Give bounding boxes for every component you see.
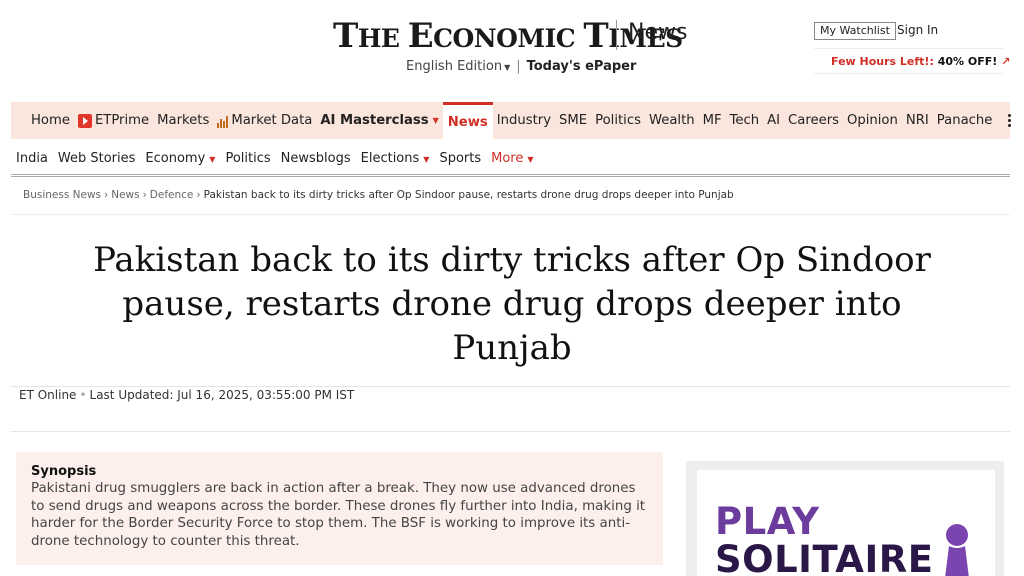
- subnav-sports[interactable]: Sports: [434, 151, 486, 166]
- nav-opinion[interactable]: Opinion: [843, 102, 902, 139]
- logo-divider: [616, 20, 617, 50]
- nav-careers[interactable]: Careers: [784, 102, 843, 139]
- breadcrumb-separator: ›: [142, 189, 147, 201]
- subnav-elections[interactable]: Elections ▼: [356, 151, 435, 166]
- arrow-up-right-icon: ↗: [1001, 55, 1011, 68]
- solitaire-ad[interactable]: PLAY SOLITAIRE: [697, 470, 995, 576]
- author-link[interactable]: ET Online: [19, 388, 76, 402]
- nav-etprime[interactable]: ETPrime: [74, 102, 153, 139]
- nav-etprime-label: ETPrime: [94, 113, 150, 128]
- chess-pawn-icon: [945, 524, 969, 576]
- meta-separator: •: [79, 388, 87, 402]
- synopsis-text: Pakistani drug smugglers are back in act…: [31, 481, 646, 549]
- edition-selector[interactable]: English Edition ▼ | Today's ePaper: [406, 59, 636, 74]
- edition-label[interactable]: English Edition: [406, 59, 502, 74]
- more-options-icon[interactable]: [1008, 114, 1012, 127]
- nav-tech[interactable]: Tech: [726, 102, 764, 139]
- divider: [11, 431, 1010, 432]
- signin-link[interactable]: Sign In: [897, 23, 938, 37]
- divider: [11, 386, 1010, 387]
- chevron-down-icon: ▼: [423, 154, 430, 164]
- epaper-link[interactable]: Today's ePaper: [527, 59, 637, 74]
- nav-wealth[interactable]: Wealth: [645, 102, 699, 139]
- nav-ai[interactable]: AI: [763, 102, 784, 139]
- subnav-more-label: More: [491, 150, 524, 166]
- subnav-india[interactable]: India: [11, 151, 53, 166]
- promo-urgency: Few Hours Left!:: [831, 55, 934, 68]
- watchlist-button[interactable]: My Watchlist: [814, 22, 896, 40]
- synopsis-title: Synopsis: [31, 464, 97, 479]
- promo-offer: 40% OFF!: [937, 55, 998, 68]
- nav-politics[interactable]: Politics: [591, 102, 645, 139]
- masthead: THE ECONOMIC TIMES News English Edition ▼…: [0, 14, 1024, 94]
- nav-panache[interactable]: Panache: [933, 102, 997, 139]
- breadcrumb: Business News › News › Defence › Pakistan back…: [23, 189, 734, 201]
- article-headline: Pakistan back to its dirty tricks after …: [93, 240, 931, 368]
- chevron-down-icon: ▼: [527, 154, 534, 164]
- promo-banner[interactable]: Few Hours Left!: 40% OFF! ↗: [814, 48, 1010, 74]
- chevron-down-icon: ▼: [504, 63, 511, 72]
- nav-ai-masterclass[interactable]: AI Masterclass ▼: [316, 102, 442, 139]
- breadcrumb-item[interactable]: Business News: [23, 189, 101, 201]
- divider: [11, 214, 1010, 215]
- divider: |: [516, 59, 521, 74]
- article-meta: ET Online • Last Updated: Jul 16, 2025, 03…: [19, 388, 354, 402]
- subnav-politics[interactable]: Politics: [220, 151, 275, 166]
- section-title[interactable]: News: [628, 20, 687, 45]
- nav-news[interactable]: News: [442, 102, 493, 139]
- etprime-icon: [77, 113, 92, 128]
- nav-mf[interactable]: MF: [699, 102, 726, 139]
- breadcrumb-separator: ›: [104, 189, 109, 201]
- last-updated: Last Updated: Jul 16, 2025, 03:55:00 PM …: [89, 388, 355, 402]
- subnav-economy-label: Economy: [145, 150, 206, 166]
- secondary-nav: India Web Stories Economy ▼ Politics News…: [11, 145, 1010, 171]
- bar-chart-icon: [217, 114, 229, 128]
- subnav-economy[interactable]: Economy ▼: [140, 151, 220, 166]
- nav-industry[interactable]: Industry: [493, 102, 555, 139]
- breadcrumb-item[interactable]: Defence: [150, 189, 194, 201]
- subnav-web-stories[interactable]: Web Stories: [53, 151, 141, 166]
- nav-sme[interactable]: SME: [555, 102, 591, 139]
- synopsis-box: Synopsis Pakistani drug smugglers are ba…: [16, 452, 663, 565]
- ad-headline-line2: SOLITAIRE: [715, 538, 934, 576]
- nav-home[interactable]: Home: [27, 102, 74, 139]
- breadcrumb-current: Pakistan back to its dirty tricks after …: [203, 189, 734, 201]
- subnav-elections-label: Elections: [360, 150, 420, 166]
- breadcrumb-separator: ›: [196, 189, 201, 201]
- nav-nri[interactable]: NRI: [902, 102, 933, 139]
- subnav-more[interactable]: More ▼: [486, 151, 538, 166]
- subnav-newsblogs[interactable]: Newsblogs: [276, 151, 356, 166]
- nav-market-data-label: Market Data: [231, 113, 313, 128]
- nav-ai-masterclass-label: AI Masterclass: [320, 113, 429, 128]
- chevron-down-icon: ▼: [432, 116, 439, 125]
- nav-markets[interactable]: Markets: [153, 102, 213, 139]
- ad-headline-line1: PLAY: [715, 500, 820, 543]
- nav-market-data[interactable]: Market Data: [213, 102, 316, 139]
- chevron-down-icon: ▼: [209, 154, 216, 164]
- primary-nav: Home ETPrime Markets Market Data AI Mast…: [11, 102, 1012, 139]
- nav-divider: [11, 174, 1010, 177]
- breadcrumb-item[interactable]: News: [111, 189, 139, 201]
